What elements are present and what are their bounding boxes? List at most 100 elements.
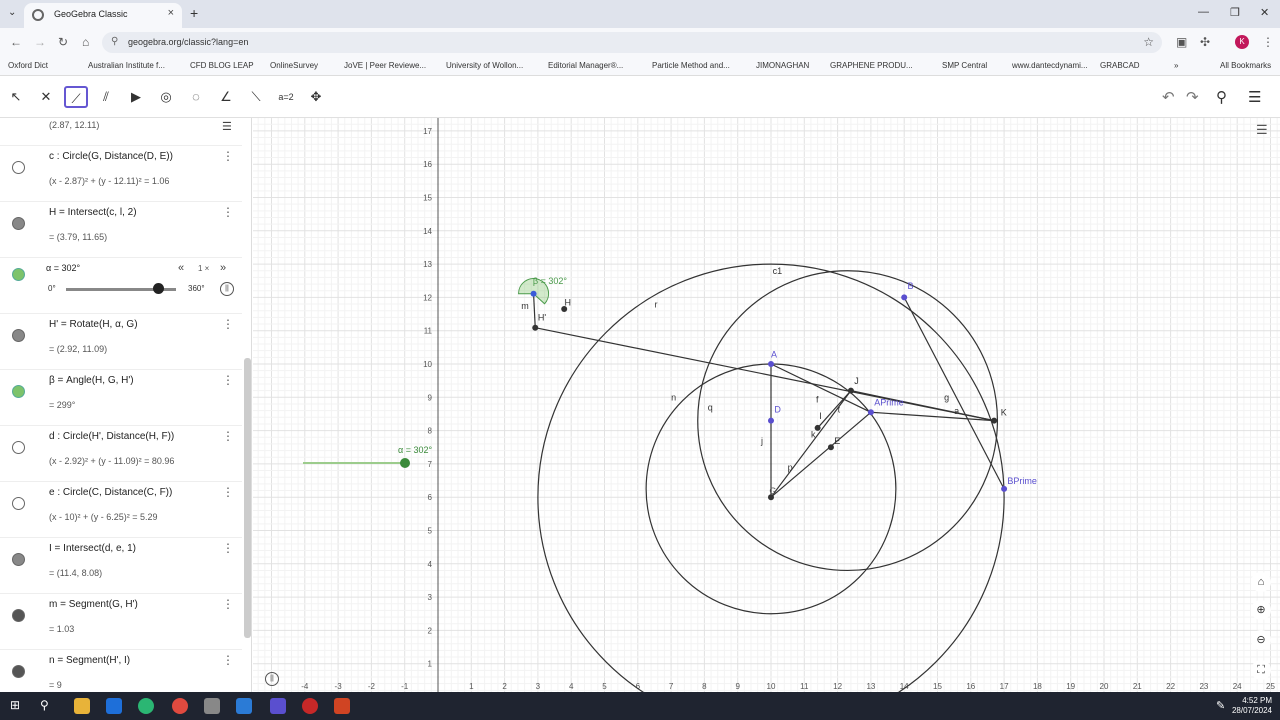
style-bar-toggle-icon[interactable]: ☰ [1256, 122, 1268, 138]
slider-tool-icon[interactable]: a=2 [274, 86, 298, 108]
row-menu-icon[interactable]: ⋮ [222, 205, 234, 219]
app-icon[interactable] [236, 698, 252, 714]
slider-speed[interactable]: 1 × [198, 264, 209, 273]
pen-icon[interactable]: ✎ [1216, 699, 1225, 712]
puzzle-icon[interactable]: ✣ [1200, 35, 1210, 49]
visibility-toggle[interactable] [12, 497, 25, 510]
bookmark-item[interactable]: Oxford Dict [8, 61, 48, 70]
row-menu-icon[interactable]: ⋮ [222, 149, 234, 163]
move-view-tool-icon[interactable]: ✥ [304, 86, 328, 108]
bookmark-item[interactable]: JoVE | Peer Reviewe... [344, 61, 426, 70]
algebra-row[interactable]: I = Intersect(d, e, 1) = (11.4, 8.08) ⋮ [0, 538, 242, 594]
ellipse-tool-icon[interactable]: ◌ [184, 86, 208, 108]
bookmark-item[interactable]: CFD BLOG LEAP [190, 61, 254, 70]
visibility-toggle[interactable] [12, 553, 25, 566]
visibility-toggle[interactable] [12, 217, 25, 230]
system-clock[interactable]: 4:52 PM 28/07/2024 [1232, 696, 1272, 716]
row-menu-icon[interactable]: ⋮ [222, 429, 234, 443]
site-info-icon[interactable]: ⚲ [111, 36, 118, 47]
bookmark-item[interactable]: GRAPHENE PRODU... [830, 61, 913, 70]
zoom-in-icon[interactable]: ⊕ [1251, 600, 1271, 620]
row-menu-icon[interactable]: ⋮ [222, 373, 234, 387]
slider-faster-icon[interactable]: » [220, 262, 226, 274]
app-icon[interactable] [204, 698, 220, 714]
close-window-icon[interactable]: ✕ [1260, 6, 1269, 19]
minimize-icon[interactable]: — [1198, 6, 1209, 18]
bookmark-item[interactable]: Particle Method and... [652, 61, 730, 70]
pause-icon[interactable]: || [220, 282, 234, 296]
extension-icon[interactable]: ▣ [1176, 35, 1187, 49]
taskbar-search-icon[interactable]: ⚲ [40, 698, 49, 712]
profile-avatar[interactable]: K [1235, 35, 1249, 49]
reload-icon[interactable]: ↻ [58, 35, 68, 49]
fullscreen-icon[interactable]: ⛶ [1251, 660, 1271, 680]
algebra-row[interactable]: (2.87, 12.11) ☰ [0, 118, 242, 146]
bookmark-item[interactable]: SMP Central [942, 61, 987, 70]
segment-tool-icon[interactable]: ⟋ [64, 86, 88, 108]
undo-icon[interactable]: ↶ [1162, 88, 1175, 106]
bookmark-item[interactable]: OnlineSurvey [270, 61, 318, 70]
powerpoint-icon[interactable] [334, 698, 350, 714]
browser-menu-icon[interactable]: ⋮ [1262, 35, 1274, 49]
home-icon[interactable]: ⌂ [82, 35, 89, 49]
start-icon[interactable]: ⊞ [10, 698, 20, 712]
restore-icon[interactable]: ❐ [1230, 6, 1240, 19]
outlook-icon[interactable] [106, 698, 122, 714]
reflect-tool-icon[interactable]: ⟍ [244, 86, 268, 108]
row-menu-icon[interactable]: ⋮ [222, 653, 234, 667]
point-tool-icon[interactable]: ✕ [34, 86, 58, 108]
visibility-toggle[interactable] [12, 609, 25, 622]
bookmark-item[interactable]: JIMONAGHAN [756, 61, 809, 70]
row-menu-icon[interactable]: ⋮ [222, 597, 234, 611]
visibility-toggle[interactable] [12, 329, 25, 342]
algebra-row[interactable]: d : Circle(H', Distance(H, F)) (x - 2.92… [0, 426, 242, 482]
row-menu-icon[interactable]: ⋮ [222, 541, 234, 555]
animation-pause-icon[interactable]: || [265, 672, 279, 686]
bookmark-star-icon[interactable]: ☆ [1143, 35, 1154, 49]
algebra-row[interactable]: m = Segment(G, H') = 1.03 ⋮ [0, 594, 242, 650]
edge-icon[interactable] [138, 698, 154, 714]
visibility-toggle[interactable] [12, 161, 25, 174]
hamburger-menu-icon[interactable]: ☰ [1248, 88, 1261, 106]
circle-tool-icon[interactable]: ◎ [154, 86, 178, 108]
bookmarks-overflow-icon[interactable]: » [1174, 61, 1178, 70]
zoom-out-icon[interactable]: ⊖ [1251, 630, 1271, 650]
redo-icon[interactable]: ↷ [1186, 88, 1199, 106]
slider-row[interactable]: α = 302° « 1 × » 0° 360° || [0, 258, 242, 314]
algebra-toggle-icon[interactable]: ☰ [222, 120, 232, 133]
algebra-scrollbar[interactable] [244, 358, 251, 638]
graphics-canvas[interactable]: -4 -3 -2 -1 1 2 3 4 5 6 7 8 9 10 11 12 13 14 15 16 17 18 19 20 2… [237, 70, 1280, 720]
bookmark-item[interactable]: Australian Institute f... [88, 61, 165, 70]
tab-close-icon[interactable]: × [168, 7, 174, 19]
visibility-toggle[interactable] [12, 441, 25, 454]
app-icon[interactable] [302, 698, 318, 714]
algebra-row[interactable]: e : Circle(C, Distance(C, F)) (x - 10)² … [0, 482, 242, 538]
algebra-row[interactable]: β = Angle(H, G, H') = 299° ⋮ [0, 370, 242, 426]
algebra-row[interactable]: H' = Rotate(H, α, G) = (2.92, 11.09) ⋮ [0, 314, 242, 370]
slider-slower-icon[interactable]: « [178, 262, 184, 274]
file-explorer-icon[interactable] [74, 698, 90, 714]
forward-icon[interactable]: → [34, 35, 46, 49]
row-menu-icon[interactable]: ⋮ [222, 485, 234, 499]
tab-geogebra[interactable]: GeoGebra Classic × [24, 3, 182, 28]
algebra-row[interactable]: n = Segment(H', I) = 9 ⋮ [0, 650, 242, 692]
teams-icon[interactable] [270, 698, 286, 714]
algebra-row[interactable]: c : Circle(G, Distance(D, E)) (x - 2.87)… [0, 146, 242, 202]
tab-list-icon[interactable]: ⌄ [8, 7, 16, 18]
bookmark-item[interactable]: University of Wollon... [446, 61, 523, 70]
bookmark-item[interactable]: www.dantecdynami... [1012, 61, 1088, 70]
bookmark-item[interactable]: GRABCAD [1100, 61, 1140, 70]
bookmark-item[interactable]: All Bookmarks [1220, 61, 1271, 70]
search-icon[interactable]: ⚲ [1216, 88, 1227, 106]
visibility-toggle[interactable] [12, 385, 25, 398]
new-tab-icon[interactable]: + [190, 5, 198, 21]
angle-tool-icon[interactable]: ∠ [214, 86, 238, 108]
algebra-row[interactable]: H = Intersect(c, l, 2) = (3.79, 11.65) ⋮ [0, 202, 242, 258]
polygon-tool-icon[interactable]: ▶ [124, 86, 148, 108]
perpendicular-tool-icon[interactable]: ⫽ [94, 86, 118, 108]
home-view-icon[interactable]: ⌂ [1251, 572, 1271, 592]
graphics-view[interactable]: -4 -3 -2 -1 1 2 3 4 5 6 7 8 9 10 11 12 13 14 15 16 17 18 19 20 2… [237, 70, 1280, 720]
back-icon[interactable]: ← [10, 35, 22, 49]
visibility-toggle[interactable] [12, 268, 25, 281]
address-bar[interactable]: ⚲ geogebra.org/classic?lang=en ☆ [102, 32, 1162, 53]
